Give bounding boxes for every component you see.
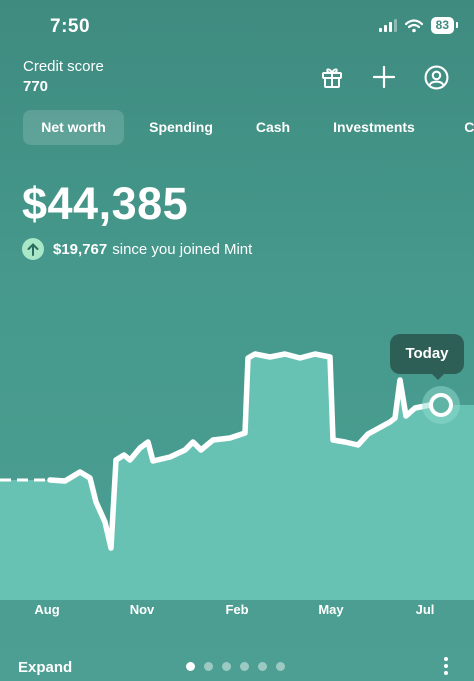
- credit-score[interactable]: Credit score 770: [23, 58, 104, 95]
- page-indicator[interactable]: [186, 662, 285, 671]
- battery-indicator: 83: [430, 17, 459, 34]
- top-actions: [318, 63, 450, 91]
- plus-icon: [372, 65, 396, 89]
- month-label: Nov: [129, 602, 155, 617]
- tab-investments[interactable]: Investments: [322, 110, 426, 145]
- today-tooltip: Today: [390, 334, 464, 380]
- gift-button[interactable]: [318, 63, 346, 91]
- month-label: Aug: [34, 602, 60, 617]
- wifi-icon: [404, 18, 423, 32]
- status-time: 7:50: [50, 16, 91, 37]
- tab-cash[interactable]: Cash: [245, 110, 301, 145]
- page-dot[interactable]: [204, 662, 213, 671]
- credit-score-value: 770: [23, 78, 49, 95]
- add-button[interactable]: [370, 63, 398, 91]
- month-label: May: [318, 602, 344, 617]
- tab-credit[interactable]: Cr: [452, 110, 474, 145]
- category-tabs: Net worth Spending Cash Investments Cr: [0, 110, 474, 146]
- today-point[interactable]: [429, 393, 453, 417]
- status-bar: 7:50 83: [0, 0, 474, 50]
- user-circle-icon: [424, 65, 448, 89]
- page-dot[interactable]: [276, 662, 285, 671]
- tab-spending[interactable]: Spending: [140, 110, 222, 145]
- page-dot[interactable]: [222, 662, 231, 671]
- gift-icon: [322, 68, 342, 88]
- month-label: Jul: [415, 602, 435, 617]
- month-label: Feb: [225, 602, 249, 617]
- expand-button[interactable]: Expand: [18, 659, 72, 676]
- status-icons: 83: [378, 17, 459, 34]
- more-vertical-icon: [444, 657, 448, 661]
- page-dot[interactable]: [186, 662, 195, 671]
- tab-net-worth[interactable]: Net worth: [23, 110, 124, 145]
- arrow-up-icon: [22, 238, 44, 260]
- credit-score-label: Credit score: [23, 58, 104, 75]
- net-worth-change-value: $19,767: [53, 240, 108, 258]
- page-dot[interactable]: [258, 662, 267, 671]
- page-dot[interactable]: [240, 662, 249, 671]
- signal-icon: [378, 19, 397, 32]
- net-worth-change: $19,767 since you joined Mint: [22, 238, 252, 260]
- profile-button[interactable]: [422, 63, 450, 91]
- net-worth-change-text: since you joined Mint: [112, 240, 253, 258]
- more-options-button[interactable]: [444, 657, 448, 675]
- net-worth-amount: $44,385: [22, 178, 189, 229]
